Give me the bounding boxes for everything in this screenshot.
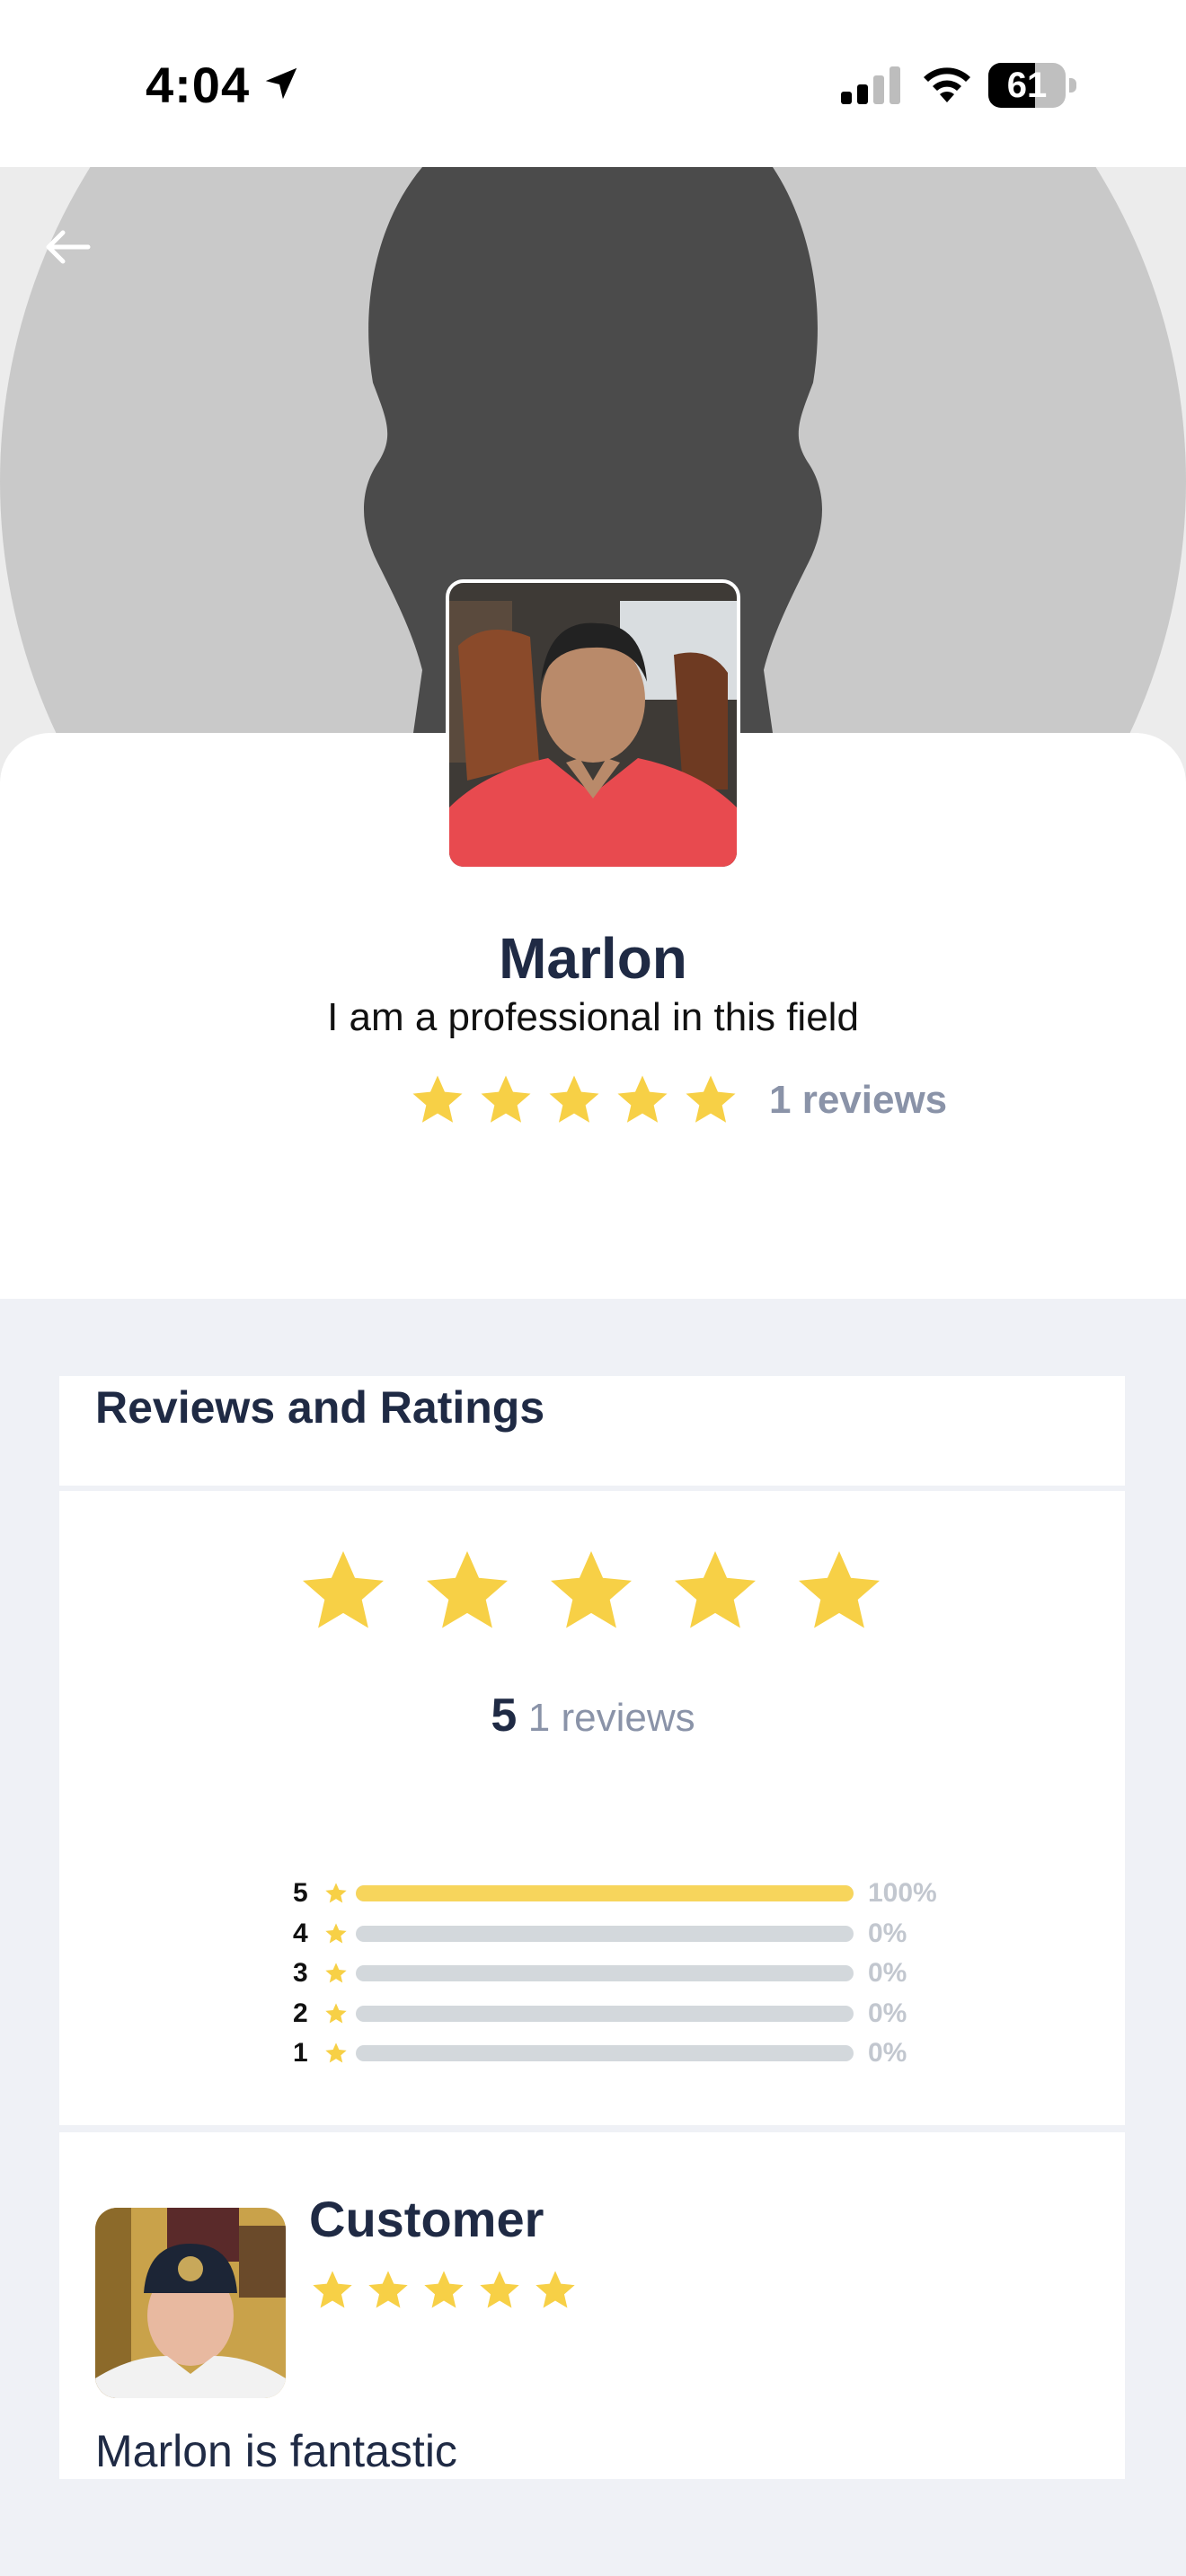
reviewer-avatar: [95, 2208, 286, 2398]
distribution-stars-label: 4: [293, 1918, 308, 1948]
profile-photo-image: [449, 583, 737, 867]
star-icon: [325, 1923, 347, 1944]
profile-reviews-count[interactable]: 1 reviews: [769, 1078, 947, 1123]
distribution-percent: 100%: [868, 1878, 937, 1909]
star-icon: [325, 1883, 347, 1903]
bottom-area: [0, 2481, 1186, 2576]
star-icon: [551, 1551, 632, 1628]
star-icon: [303, 1551, 384, 1628]
distribution-stars-label: 3: [293, 1958, 308, 1989]
star-icon: [549, 1075, 599, 1123]
star-icon: [412, 1075, 463, 1123]
profile-avatar: [446, 579, 740, 870]
reviews-title: Reviews and Ratings: [95, 1382, 545, 1433]
distribution-percent: 0%: [868, 2038, 907, 2069]
distribution-stars-label: 5: [293, 1878, 308, 1909]
profile-tagline: I am a professional in this field: [327, 995, 859, 1039]
distribution-bar: [356, 1925, 854, 1942]
star-icon: [427, 1551, 508, 1628]
star-icon: [325, 1963, 347, 1983]
star-icon: [675, 1551, 756, 1628]
review-stars: [309, 2267, 588, 2314]
review-text: Marlon is fantastic: [95, 2426, 457, 2476]
star-icon: [535, 2271, 575, 2308]
battery-level-text: 61: [1006, 66, 1048, 105]
star-icon: [313, 2271, 352, 2308]
distribution-bar: [356, 1965, 854, 1982]
distribution-stars-label: 1: [293, 2038, 308, 2069]
average-reviews-count: 1 reviews: [527, 1696, 695, 1740]
distribution-row-5: 5 100%: [293, 1874, 940, 1914]
location-arrow-icon: [265, 67, 297, 100]
rating-distribution: 5 100% 4 0% 3 0% 2 0% 1 0%: [293, 1874, 940, 2074]
distribution-percent: 0%: [868, 1998, 907, 2028]
cellular-signal-icon: [841, 66, 900, 104]
distribution-row-4: 4 0%: [293, 1914, 940, 1954]
back-arrow-icon[interactable]: [36, 216, 99, 278]
profile-rating: 1 reviews: [408, 1069, 947, 1132]
star-icon: [617, 1075, 668, 1123]
star-icon: [325, 2003, 347, 2024]
star-icon: [481, 1075, 531, 1123]
star-icon: [325, 2042, 347, 2063]
star-icon: [424, 2271, 464, 2308]
distribution-bar: [356, 2045, 854, 2062]
distribution-stars-label: 2: [293, 1998, 308, 2028]
battery-icon: 61: [988, 63, 1078, 108]
star-icon: [799, 1551, 880, 1628]
distribution-bar: [356, 2005, 854, 2022]
distribution-row-1: 1 0%: [293, 2033, 940, 2074]
profile-name: Marlon: [499, 926, 687, 991]
star-icon: [480, 2271, 519, 2308]
reviewer-name: Customer: [309, 2191, 544, 2247]
average-stars: [295, 1543, 915, 1640]
reviewer-photo-image: [95, 2208, 286, 2398]
distribution-percent: 0%: [868, 1918, 907, 1948]
distribution-row-2: 2 0%: [293, 1994, 940, 2034]
wifi-icon: [924, 67, 970, 102]
star-icon: [686, 1075, 736, 1123]
distribution-row-3: 3 0%: [293, 1954, 940, 1994]
average-rating-value: 5: [491, 1689, 518, 1742]
status-time: 4:04: [146, 57, 251, 113]
distribution-bar: [356, 1885, 854, 1902]
star-icon: [368, 2271, 408, 2308]
average-rating-line: 5 1 reviews: [0, 1689, 1186, 1742]
distribution-percent: 0%: [868, 1958, 907, 1989]
